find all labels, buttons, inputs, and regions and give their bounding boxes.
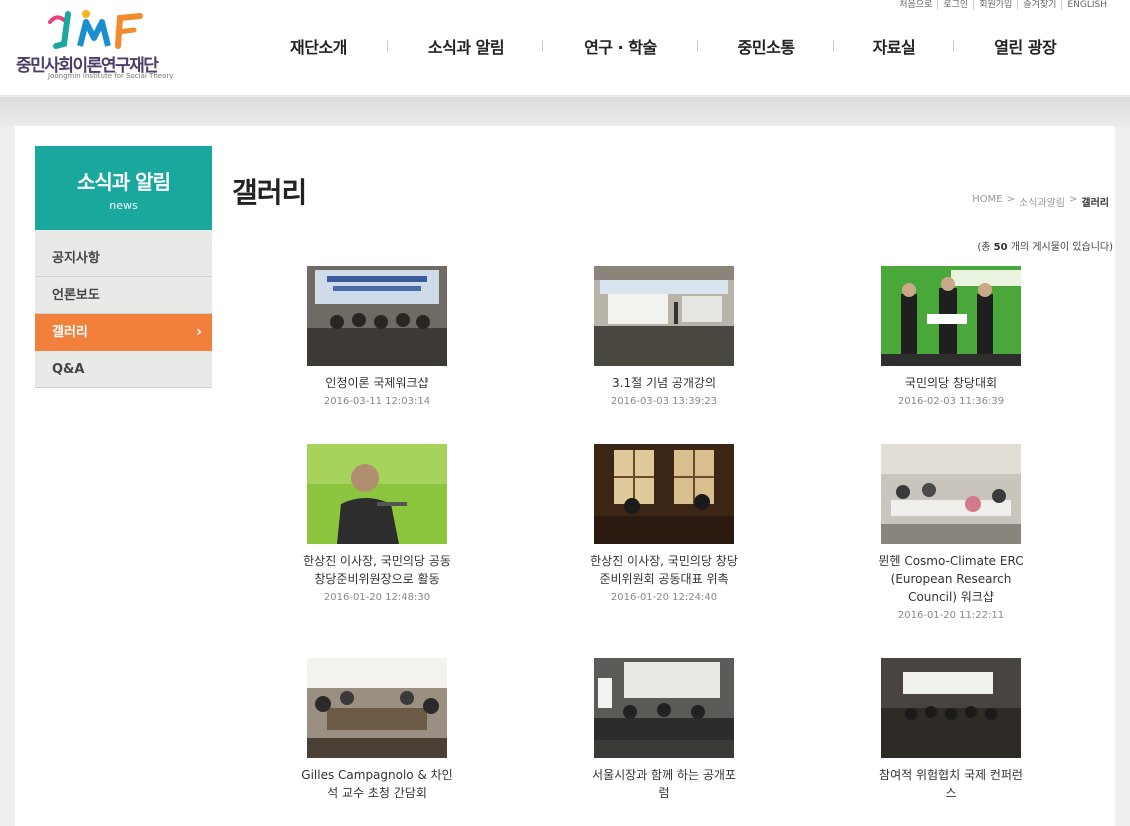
header: 중민사회이론연구재단 Joongmin Institute for Social… xyxy=(0,0,1130,96)
gallery-item-title[interactable]: 서울시장과 함께 하는 공개포럼 xyxy=(579,766,749,802)
nav-item-archive[interactable]: 자료실 xyxy=(873,34,916,58)
gallery-item[interactable]: 국민의당 창당대회 2016-02-03 11:36:39 xyxy=(866,266,1036,407)
gallery-item-title[interactable]: Gilles Campagnolo & 차인석 교수 초청 간담회 xyxy=(292,766,462,802)
nav-item-communication[interactable]: 중민소통 xyxy=(738,34,795,58)
sidebar-title: 소식과 알림 xyxy=(77,170,171,194)
gallery-item-date: 2016-01-20 12:24:40 xyxy=(610,592,718,603)
gallery-item-date: 2016-02-03 11:36:39 xyxy=(897,396,1005,407)
gallery-thumbnail-image[interactable] xyxy=(594,444,734,544)
gallery-item-date: 2016-01-20 11:22:11 xyxy=(897,610,1005,621)
gallery-item[interactable]: 서울시장과 함께 하는 공개포럼 xyxy=(579,658,749,806)
site-logo[interactable]: 중민사회이론연구재단 Joongmin Institute for Social… xyxy=(16,8,173,82)
breadcrumb-separator-icon: > xyxy=(1006,194,1015,205)
gallery-item[interactable]: 3.1절 기념 공개강의 2016-03-03 13:39:23 xyxy=(579,266,749,407)
gallery-item-title[interactable]: 한상진 이사장, 국민의당 창당준비위원회 공동대표 위촉 xyxy=(579,552,749,588)
util-link-join[interactable]: 회원가입 xyxy=(973,0,1017,10)
sidebar-item-label: 공지사항 xyxy=(52,251,100,266)
gallery-item[interactable]: Gilles Campagnolo & 차인석 교수 초청 간담회 xyxy=(292,658,462,806)
main-nav: 재단소개 소식과 알림 연구 · 학술 중민소통 자료실 열린 광장 xyxy=(290,34,1057,58)
gallery-thumbnail-image[interactable] xyxy=(881,266,1021,366)
util-link-english[interactable]: ENGLISH xyxy=(1061,0,1112,10)
sidebar-item-label: Q&A xyxy=(52,362,85,377)
header-shadow-band xyxy=(0,97,1130,127)
breadcrumb-separator-icon: > xyxy=(1069,194,1078,205)
sidebar-item-gallery[interactable]: 갤러리 › xyxy=(35,314,212,351)
breadcrumb-current: 갤러리 xyxy=(1081,198,1109,209)
content-wrapper: 소식과 알림 news 공지사항 언론보도 갤러리 › Q&A 갤러리 HOME … xyxy=(15,126,1115,826)
page-title: 갤러리 xyxy=(232,176,307,209)
nav-item-research[interactable]: 연구 · 학술 xyxy=(584,34,657,58)
logo-mark-icon xyxy=(48,10,143,49)
gallery-thumbnail-image[interactable] xyxy=(594,266,734,366)
gallery-item-date: 2016-03-11 12:03:14 xyxy=(323,396,431,407)
sidebar-item-label: 갤러리 xyxy=(52,325,88,340)
gallery-item[interactable]: 인정이론 국제워크샵 2016-03-11 12:03:14 xyxy=(292,266,462,407)
breadcrumb-news[interactable]: 소식과알림 xyxy=(1019,194,1065,209)
sidebar-item-notice[interactable]: 공지사항 xyxy=(35,240,212,277)
gallery-thumbnail-image[interactable] xyxy=(881,658,1021,758)
gallery-item-title[interactable]: 국민의당 창당대회 xyxy=(866,374,1036,392)
nav-divider xyxy=(386,40,388,52)
gallery-item[interactable]: 참여적 위험협치 국제 컨퍼런스 xyxy=(866,658,1036,806)
utility-links: 처음으로 로그인 회원가입 즐겨찾기 ENGLISH xyxy=(894,0,1112,10)
gallery-thumbnail-image[interactable] xyxy=(307,658,447,758)
post-count-number: 50 xyxy=(993,242,1008,253)
gallery-item-title[interactable]: 참여적 위험협치 국제 컨퍼런스 xyxy=(866,766,1036,802)
sidebar-item-qna[interactable]: Q&A xyxy=(35,351,212,388)
gallery-item-title[interactable]: 3.1절 기념 공개강의 xyxy=(579,374,749,392)
gallery-thumbnail-image[interactable] xyxy=(594,658,734,758)
nav-item-news[interactable]: 소식과 알림 xyxy=(428,34,505,58)
sidebar-header: 소식과 알림 news xyxy=(35,146,212,230)
sidebar-spacer xyxy=(35,230,212,240)
gallery-item-title[interactable]: 한상진 이사장, 국민의당 공동 창당준비위원장으로 활동 xyxy=(292,552,462,588)
gallery-item-date: 2016-01-20 12:48:30 xyxy=(323,592,431,603)
gallery-thumbnail-image[interactable] xyxy=(307,444,447,544)
sidebar-item-press[interactable]: 언론보도 xyxy=(35,277,212,314)
breadcrumb-home[interactable]: HOME xyxy=(972,194,1002,209)
nav-item-open-square[interactable]: 열린 광장 xyxy=(994,34,1056,58)
post-count-prefix: (총 xyxy=(977,242,991,253)
nav-divider xyxy=(832,40,834,52)
breadcrumb: HOME > 소식과알림 > 갤러리 xyxy=(972,194,1109,209)
logo-subtitle: Joongmin Institute for Social Theory xyxy=(48,72,174,80)
gallery-item-date: 2016-03-03 13:39:23 xyxy=(610,396,718,407)
nav-divider xyxy=(953,40,955,52)
gallery-thumbnail-image[interactable] xyxy=(307,266,447,366)
gallery-thumbnail-image[interactable] xyxy=(881,444,1021,544)
sidebar: 소식과 알림 news 공지사항 언론보도 갤러리 › Q&A xyxy=(35,146,212,388)
post-count-suffix: 개의 게시물이 있습니다) xyxy=(1010,242,1113,253)
util-link-home[interactable]: 처음으로 xyxy=(894,0,937,10)
gallery-item-title[interactable]: 인정이론 국제워크샵 xyxy=(292,374,462,392)
nav-item-about[interactable]: 재단소개 xyxy=(290,34,347,58)
util-link-bookmark[interactable]: 즐겨찾기 xyxy=(1017,0,1061,10)
chevron-right-icon: › xyxy=(196,324,202,340)
util-link-login[interactable]: 로그인 xyxy=(937,0,973,10)
sidebar-subtitle: news xyxy=(109,199,138,212)
gallery-item[interactable]: 뮌헨 Cosmo-Climate ERC (European Research … xyxy=(866,444,1036,621)
nav-divider xyxy=(696,40,698,52)
post-count: (총 50 개의 게시물이 있습니다) xyxy=(977,238,1113,253)
nav-divider xyxy=(542,40,544,52)
gallery-item-title[interactable]: 뮌헨 Cosmo-Climate ERC (European Research … xyxy=(866,552,1036,606)
sidebar-item-label: 언론보도 xyxy=(52,288,100,303)
gallery-item[interactable]: 한상진 이사장, 국민의당 공동 창당준비위원장으로 활동 2016-01-20… xyxy=(292,444,462,603)
gallery-item[interactable]: 한상진 이사장, 국민의당 창당준비위원회 공동대표 위촉 2016-01-20… xyxy=(579,444,749,603)
